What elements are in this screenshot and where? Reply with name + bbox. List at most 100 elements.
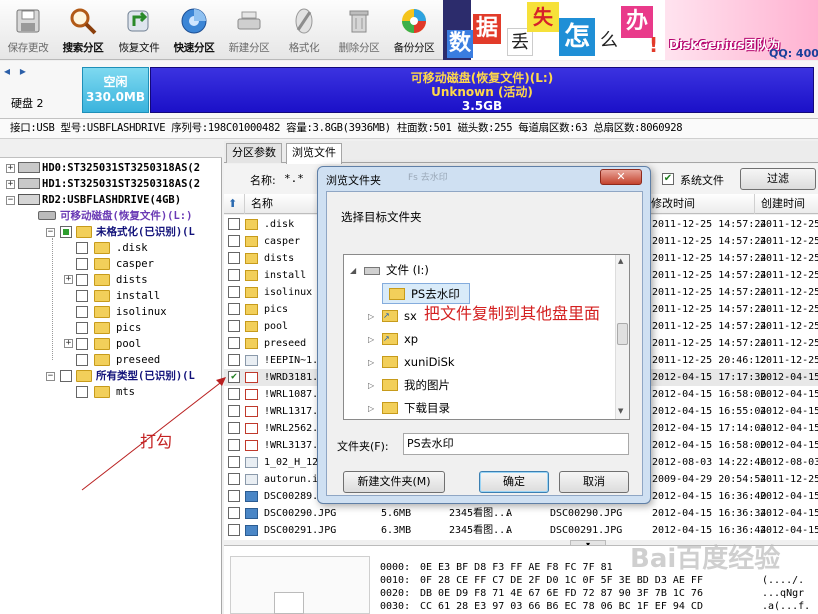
checkbox[interactable] [60, 370, 72, 382]
expand-arrow-icon[interactable]: ▷ [368, 329, 374, 350]
search-partition-button[interactable]: 搜索分区 [57, 2, 109, 58]
checkbox[interactable] [76, 274, 88, 286]
system-files-checkbox[interactable]: ✔ [662, 173, 674, 185]
cell-mtime: 2012-04-15 16:36:44 [652, 525, 767, 536]
backup-partition-button[interactable]: 备份分区 [388, 2, 440, 58]
file-checkbox[interactable] [228, 252, 240, 264]
close-icon[interactable]: ✕ [600, 169, 642, 185]
recover-file-button[interactable]: 恢复文件 [113, 2, 165, 58]
expand-arrow-icon[interactable]: ▷ [368, 352, 374, 373]
file-checkbox[interactable] [228, 507, 240, 519]
up-folder-icon[interactable]: ⬆ [228, 197, 237, 210]
folder-icon [382, 356, 398, 368]
file-row[interactable]: DSC00291.JPG 6.3MB 2345看图... A DSC00291.JPG 2… [224, 522, 818, 539]
expand-arrow-icon[interactable]: ▷ [368, 306, 374, 327]
checkbox[interactable] [76, 354, 88, 366]
tree-node-hd0[interactable]: HD0:ST325031ST3250318AS(2 [42, 160, 200, 176]
save-changes-button[interactable]: 保存更改 [2, 2, 54, 58]
free-space-block[interactable]: 空闲 330.0MB [82, 67, 149, 113]
expand-toggle[interactable]: + [6, 164, 15, 173]
column-modified[interactable]: 修改时间 [644, 194, 754, 214]
scroll-thumb[interactable] [617, 323, 628, 345]
scroll-down-icon[interactable]: ▼ [618, 407, 623, 415]
file-checkbox[interactable] [228, 320, 240, 332]
file-row[interactable]: DSC00290.JPG 5.6MB 2345看图... A DSC00290.JPG 2… [224, 505, 818, 522]
expand-arrow-icon[interactable]: ▷ [368, 398, 374, 419]
tree-folder[interactable]: install [116, 288, 160, 304]
collapse-toggle[interactable]: − [46, 372, 55, 381]
tree-folder[interactable]: isolinux [116, 304, 167, 320]
expand-toggle[interactable]: + [64, 339, 73, 348]
dialog-node-label: 下载目录 [404, 401, 450, 415]
ok-button[interactable]: 确定 [479, 471, 549, 493]
file-checkbox[interactable] [228, 235, 240, 247]
expand-arrow-icon[interactable]: ▷ [368, 375, 374, 396]
tree-folder[interactable]: pool [116, 336, 141, 352]
cell-ctime: 2011-12-25 [760, 321, 818, 332]
checkbox[interactable] [76, 290, 88, 302]
cancel-button[interactable]: 取消 [559, 471, 629, 493]
dialog-tree-node[interactable]: ▷ xuniDiSk [344, 352, 614, 373]
checkbox[interactable] [76, 322, 88, 334]
file-checkbox[interactable] [228, 337, 240, 349]
tree-node-rd2[interactable]: RD2:USBFLASHDRIVE(4GB) [42, 192, 181, 208]
dialog-node-label: 文件 (I:) [386, 263, 429, 277]
new-partition-button[interactable]: 新建分区 [223, 2, 275, 58]
partition-fs: Unknown (活动) [431, 85, 533, 99]
advert-banner[interactable]: 数 据 丢 失 怎 么 办 ! DiskGenius团队为 QQ: 400 [443, 0, 818, 60]
tree-folder[interactable]: casper [116, 256, 154, 272]
name-filter-input[interactable]: *.* [284, 172, 304, 185]
tree-node-hd1[interactable]: HD1:ST325031ST3250318AS(2 [42, 176, 200, 192]
tree-node-partition[interactable]: 可移动磁盘(恢复文件)(L:) [60, 208, 192, 224]
cell-ctime: 2012-04-15 [760, 508, 818, 519]
file-checkbox[interactable] [228, 269, 240, 281]
filter-button[interactable]: 过滤 [740, 168, 816, 190]
banner-char: 据 [473, 14, 501, 44]
delete-partition-button[interactable]: 删除分区 [333, 2, 385, 58]
partition-size: 3.5GB [461, 99, 503, 113]
checkbox[interactable] [76, 258, 88, 270]
format-button[interactable]: 格式化 [278, 2, 330, 58]
collapse-toggle[interactable]: − [6, 196, 15, 205]
partition-block[interactable]: 可移动磁盘(恢复文件)(L:) Unknown (活动) 3.5GB [150, 67, 814, 113]
disk-prev-icon[interactable]: ◂ [4, 64, 10, 78]
tree-folder[interactable]: dists [116, 272, 148, 288]
file-preview-icon [274, 592, 304, 614]
folder-field-input[interactable]: PS去水印 [403, 433, 629, 455]
tree-folder[interactable]: pics [116, 320, 141, 336]
disk-next-icon[interactable]: ▸ [20, 64, 26, 78]
quick-partition-button[interactable]: 快速分区 [168, 2, 220, 58]
file-checkbox[interactable] [228, 303, 240, 315]
collapse-arrow-icon[interactable]: ◢ [350, 260, 356, 281]
tree-node-unformatted[interactable]: 未格式化(已识别)(L [96, 224, 195, 240]
dialog-node-label: sx [404, 309, 417, 323]
folder-tree: ▲ ▼ ◢ 文件 (I:) PS去水印 ▷ ↗ sx ▷ ↗ xp ▷ xuniDiSk ▷ 我的图片 ▷… [343, 254, 630, 420]
file-checkbox[interactable] [228, 524, 240, 536]
dialog-prompt: 选择目标文件夹 [341, 210, 422, 224]
scroll-up-icon[interactable]: ▲ [618, 257, 623, 265]
file-checkbox[interactable] [228, 354, 240, 366]
tab-browse-files[interactable]: 浏览文件 [286, 143, 342, 164]
checkbox[interactable] [76, 242, 88, 254]
checkbox[interactable] [76, 338, 88, 350]
partial-checkbox[interactable] [60, 226, 72, 238]
checkbox[interactable] [76, 306, 88, 318]
scrollbar[interactable]: ▲ ▼ [615, 255, 629, 419]
hex-off: 0030: [380, 601, 411, 612]
tab-partition-params[interactable]: 分区参数 [226, 143, 282, 163]
tree-folder[interactable]: preseed [116, 352, 160, 368]
dialog-tree-node[interactable]: ▷ 我的图片 [344, 375, 614, 396]
dialog-tree-node[interactable]: ◢ 文件 (I:) [344, 260, 614, 281]
collapse-toggle[interactable]: − [46, 228, 55, 237]
disk-nav-arrows[interactable]: ◂ ▸ [4, 64, 26, 78]
column-created[interactable]: 创建时间 [754, 194, 818, 214]
dialog-tree-node[interactable]: ▷ ↗ xp [344, 329, 614, 350]
new-folder-button[interactable]: 新建文件夹(M) [343, 471, 445, 493]
file-checkbox[interactable] [228, 286, 240, 298]
file-checkbox[interactable] [228, 218, 240, 230]
tree-folder[interactable]: .disk [116, 240, 148, 256]
dialog-tree-node[interactable]: ▷ 下载目录 [344, 398, 614, 419]
expand-toggle[interactable]: + [6, 180, 15, 189]
cell-name: pics [264, 304, 289, 315]
expand-toggle[interactable]: + [64, 275, 73, 284]
